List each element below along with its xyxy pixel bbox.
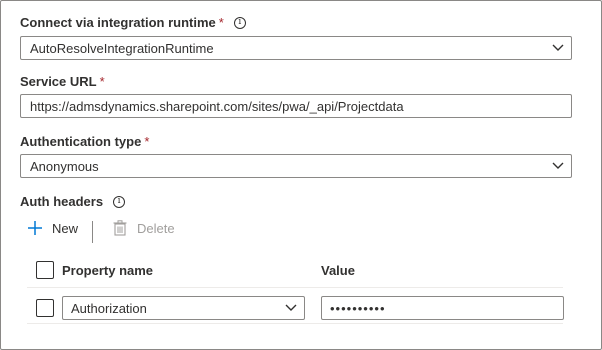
header-value-masked: •••••••••• — [330, 300, 386, 316]
table-divider — [27, 323, 563, 324]
info-icon[interactable]: i — [233, 16, 246, 29]
chevron-down-icon — [552, 162, 564, 169]
select-all-checkbox[interactable] — [36, 261, 54, 279]
trash-icon — [113, 220, 127, 236]
required-mark: * — [99, 74, 105, 89]
authentication-type-label: Authentication type * — [20, 134, 150, 149]
auth-headers-label: Auth headers i — [20, 194, 126, 209]
row-checkbox[interactable] — [36, 299, 54, 317]
integration-runtime-label: Connect via integration runtime * i — [20, 15, 246, 30]
required-mark: * — [218, 15, 224, 30]
plus-icon — [28, 221, 42, 235]
authentication-type-dropdown[interactable]: Anonymous — [20, 154, 572, 178]
service-url-value: https://admsdynamics.sharepoint.com/site… — [30, 98, 404, 114]
authentication-type-value: Anonymous — [30, 158, 99, 174]
property-name-dropdown[interactable]: Authorization — [62, 296, 305, 320]
service-url-input[interactable]: https://admsdynamics.sharepoint.com/site… — [20, 94, 572, 118]
integration-runtime-dropdown[interactable]: AutoResolveIntegrationRuntime — [20, 36, 572, 60]
table-divider — [27, 287, 563, 288]
property-name-value: Authorization — [71, 300, 147, 316]
integration-runtime-value: AutoResolveIntegrationRuntime — [30, 40, 214, 56]
info-icon[interactable]: i — [113, 195, 126, 208]
required-mark: * — [144, 134, 150, 149]
delete-button[interactable]: Delete — [113, 220, 175, 236]
header-value-input[interactable]: •••••••••• — [321, 296, 564, 320]
column-header-value: Value — [321, 263, 355, 278]
linked-service-panel: Connect via integration runtime * i Auto… — [0, 0, 602, 350]
new-button[interactable]: New — [27, 220, 78, 236]
delete-button-label: Delete — [137, 220, 175, 236]
chevron-down-icon — [285, 304, 297, 311]
chevron-down-icon — [552, 44, 564, 51]
column-header-property-name: Property name — [62, 263, 154, 278]
toolbar-divider — [92, 221, 93, 243]
new-button-label: New — [52, 220, 79, 236]
service-url-label: Service URL * — [20, 74, 105, 89]
